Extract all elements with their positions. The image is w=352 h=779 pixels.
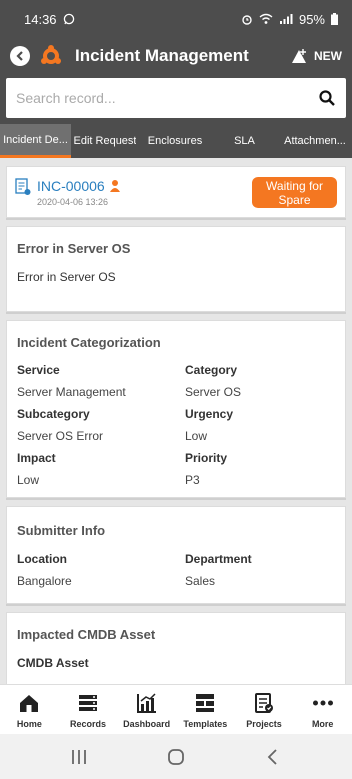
- department-field: Department Sales: [185, 552, 335, 596]
- tab-sla[interactable]: SLA: [211, 124, 278, 158]
- search-bar: [0, 74, 352, 124]
- incident-id[interactable]: INC-00006: [37, 178, 105, 194]
- nav-records[interactable]: Records: [59, 685, 118, 734]
- field-label: CMDB Asset: [17, 656, 89, 670]
- projects-icon: [255, 693, 274, 713]
- field-label: Priority: [185, 451, 228, 465]
- home-button-icon[interactable]: [165, 746, 187, 768]
- impact-field: Impact Low: [17, 451, 185, 495]
- field-value: P3: [185, 473, 200, 487]
- urgency-field: Urgency Low: [185, 407, 335, 451]
- field-label: Department: [185, 552, 252, 566]
- system-nav-bar: [0, 734, 352, 779]
- status-bar: 14:36 95%: [0, 0, 352, 38]
- battery-icon: [331, 13, 338, 25]
- back-icon[interactable]: [262, 746, 284, 768]
- recent-apps-icon[interactable]: [68, 746, 90, 768]
- app-logo-icon: [41, 45, 61, 64]
- field-value: Sales: [185, 574, 216, 588]
- submitter-title: Submitter Info: [17, 523, 106, 538]
- document-icon: [15, 178, 31, 195]
- signal-icon: [279, 14, 293, 24]
- more-icon: [312, 700, 333, 706]
- status-badge[interactable]: Waiting for Spare: [252, 177, 337, 208]
- app-header: Incident Management NEW: [0, 38, 352, 74]
- categorization-title: Incident Categorization: [17, 335, 161, 350]
- field-label: Subcategory: [17, 407, 90, 421]
- new-label: NEW: [314, 49, 342, 63]
- submitter-card: Submitter Info Location Bangalore Depart…: [6, 506, 346, 604]
- field-label: Service: [17, 363, 60, 377]
- field-label: Location: [17, 552, 67, 566]
- field-value: Server Management: [17, 385, 126, 399]
- battery-level: 95%: [298, 11, 325, 27]
- tab-attachments[interactable]: Attachmen...: [278, 124, 352, 158]
- whatsapp-icon: [63, 13, 74, 25]
- field-value: Server OS Error: [17, 429, 104, 443]
- field-label: Impact: [17, 451, 56, 465]
- field-label: Urgency: [185, 407, 234, 421]
- nav-dashboard[interactable]: Dashboard: [117, 685, 176, 734]
- records-icon: [79, 695, 97, 711]
- incident-details: INC-00006 2020-04-06 13:26 Waiting for S…: [0, 158, 352, 684]
- field-value: Server OS: [185, 385, 242, 399]
- tab-enclosures[interactable]: Enclosures: [139, 124, 211, 158]
- category-field: Category Server OS: [185, 363, 335, 407]
- search-icon[interactable]: [318, 89, 336, 107]
- home-icon: [20, 695, 39, 712]
- incident-title: Error in Server OS: [17, 241, 131, 256]
- nav-projects[interactable]: Projects: [235, 685, 294, 734]
- page-title: Incident Management: [75, 46, 249, 65]
- incident-summary-card: INC-00006 2020-04-06 13:26 Waiting for S…: [6, 166, 346, 218]
- tab-edit-request[interactable]: Edit Request: [71, 124, 139, 158]
- cmdb-card: Impacted CMDB Asset CMDB Asset --: [6, 612, 346, 684]
- alarm-icon: [242, 15, 252, 25]
- tab-bar: Incident De... Edit Request Enclosures S…: [0, 124, 352, 158]
- dashboard-icon: [136, 693, 156, 713]
- status-time: 14:36: [24, 11, 57, 27]
- field-value: Low: [17, 473, 40, 487]
- incident-title-card: Error in Server OS Error in Server OS: [6, 226, 346, 312]
- search-box: [6, 78, 346, 118]
- search-input[interactable]: [16, 90, 318, 106]
- plus-rocket-icon: [292, 49, 306, 63]
- new-record-button[interactable]: NEW: [290, 47, 342, 65]
- subcategory-field: Subcategory Server OS Error: [17, 407, 185, 451]
- categorization-card: Incident Categorization Service Server M…: [6, 320, 346, 498]
- nav-templates[interactable]: Templates: [176, 685, 235, 734]
- bottom-nav: Home Records Dashboard Templates Project…: [0, 684, 352, 734]
- cmdb-asset-field: CMDB Asset --: [17, 656, 335, 684]
- cmdb-title: Impacted CMDB Asset: [17, 627, 156, 642]
- field-value: Bangalore: [17, 574, 72, 588]
- incident-description: Error in Server OS: [17, 270, 116, 284]
- nav-more[interactable]: More: [293, 685, 352, 734]
- wifi-icon: [259, 13, 273, 24]
- tab-incident-details[interactable]: Incident De...: [0, 124, 71, 158]
- location-field: Location Bangalore: [17, 552, 185, 596]
- chevron-left-icon: [16, 51, 23, 61]
- incident-date: 2020-04-06 13:26: [37, 196, 109, 207]
- nav-home[interactable]: Home: [0, 685, 59, 734]
- field-value: Low: [185, 429, 208, 443]
- templates-icon: [196, 694, 215, 712]
- field-label: Category: [185, 363, 238, 377]
- priority-field: Priority P3: [185, 451, 335, 495]
- back-button[interactable]: [10, 46, 30, 66]
- service-field: Service Server Management: [17, 363, 185, 407]
- person-icon: [109, 180, 120, 192]
